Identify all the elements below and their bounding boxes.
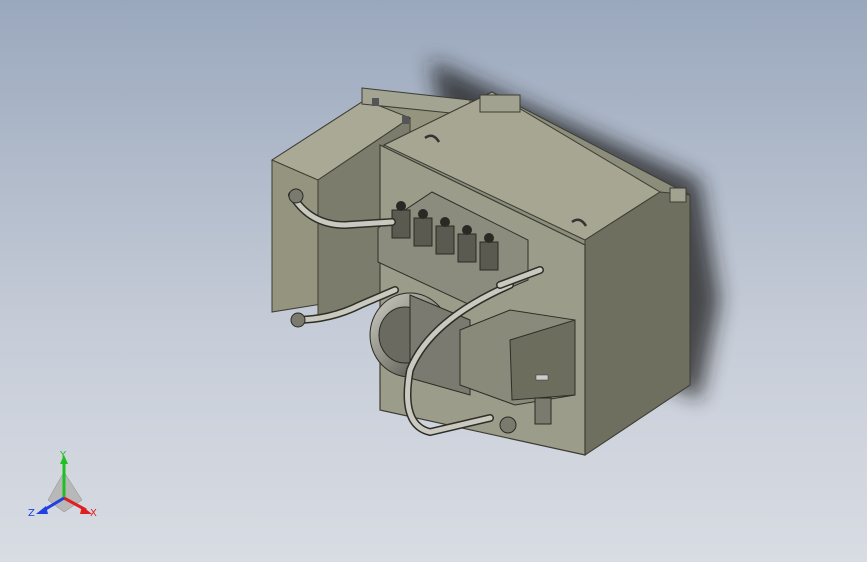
z-axis-arrowhead [36,506,48,514]
cad-viewport[interactable]: Y X Z [0,0,867,562]
z-axis-label: Z [28,508,35,519]
coordinate-triad[interactable]: Y X Z [28,450,97,519]
terminal-box [459,309,576,406]
mount-hole [372,98,379,106]
x-axis-label: X [90,508,97,519]
mount-hole [402,116,409,124]
hydraulic-unit-model[interactable]: Y X Z [0,0,867,562]
y-axis-label: Y [59,450,67,461]
